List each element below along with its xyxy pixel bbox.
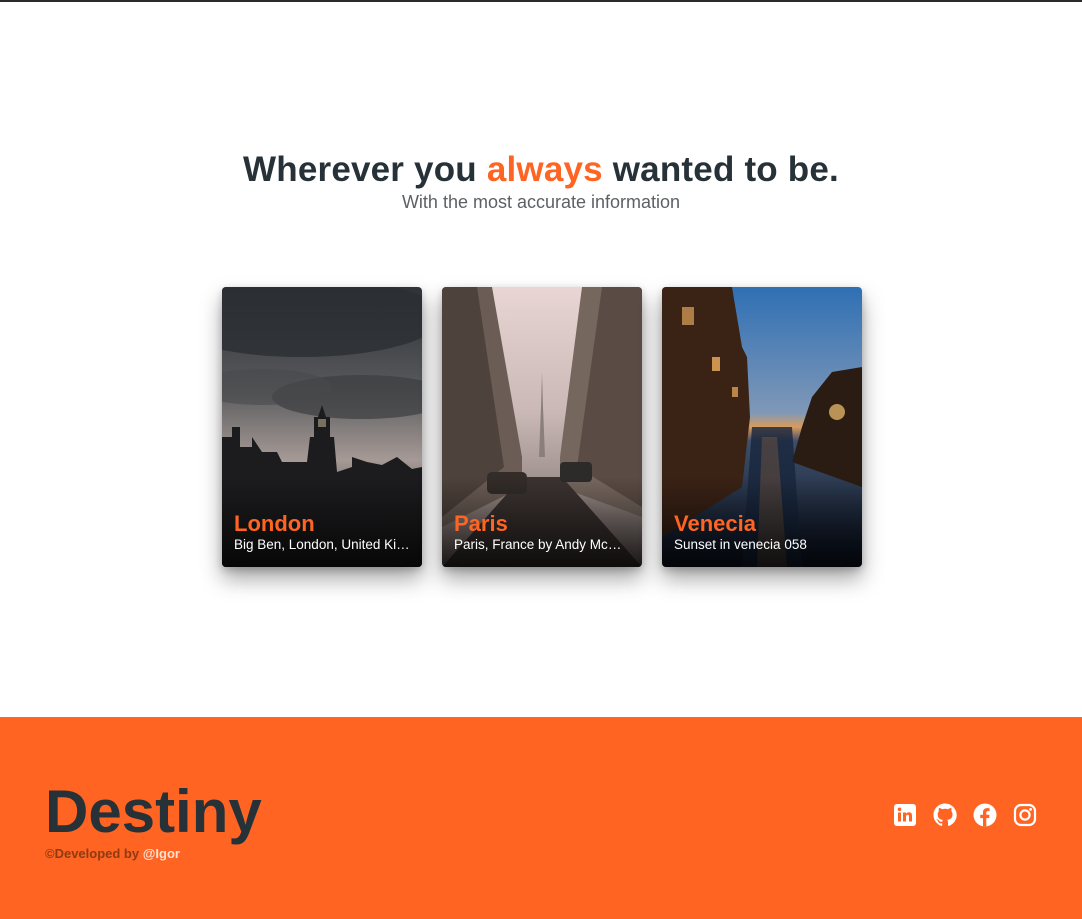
top-border: [0, 0, 1082, 2]
card-caption: Venecia Sunset in venecia 058: [674, 512, 850, 553]
github-icon: [933, 803, 957, 826]
destination-cards: London Big Ben, London, United Kingdom: [222, 287, 862, 567]
github-link[interactable]: [933, 803, 957, 827]
brand-logo: Destiny: [45, 778, 262, 845]
instagram-link[interactable]: [1013, 803, 1037, 827]
card-caption: Paris Paris, France by Andy McCune: [454, 512, 630, 553]
social-links: [893, 803, 1037, 827]
hero-section: Wherever you always wanted to be. With t…: [0, 148, 1082, 212]
destination-card-paris[interactable]: Paris Paris, France by Andy McCune: [442, 287, 642, 567]
card-description: Sunset in venecia 058: [674, 537, 807, 552]
developer-handle-link[interactable]: @Igor: [143, 846, 180, 861]
title-part: Wherever you: [243, 150, 487, 189]
card-title: Paris: [454, 511, 508, 536]
facebook-icon: [973, 803, 997, 827]
destination-card-venecia[interactable]: Venecia Sunset in venecia 058: [662, 287, 862, 567]
card-caption: London Big Ben, London, United Kingdom: [234, 512, 410, 553]
developer-credit: ©Developed by @Igor: [45, 846, 180, 861]
footer: Destiny ©Developed by @Igor: [0, 717, 1082, 919]
linkedin-link[interactable]: [893, 803, 917, 827]
card-title: London: [234, 511, 315, 536]
card-description: Big Ben, London, United Kingdom: [234, 537, 410, 552]
destination-card-london[interactable]: London Big Ben, London, United Kingdom: [222, 287, 422, 567]
card-description: Paris, France by Andy McCune: [454, 537, 630, 552]
title-accent: always: [486, 150, 603, 189]
credit-text: ©Developed by: [45, 846, 143, 861]
facebook-link[interactable]: [973, 803, 997, 827]
page-subtitle: With the most accurate information: [401, 192, 681, 212]
linkedin-icon: [894, 804, 916, 826]
page-title: Wherever you always wanted to be.: [0, 148, 1082, 192]
card-title: Venecia: [674, 511, 756, 536]
instagram-icon: [1013, 803, 1037, 827]
title-part: wanted to be.: [602, 150, 839, 189]
